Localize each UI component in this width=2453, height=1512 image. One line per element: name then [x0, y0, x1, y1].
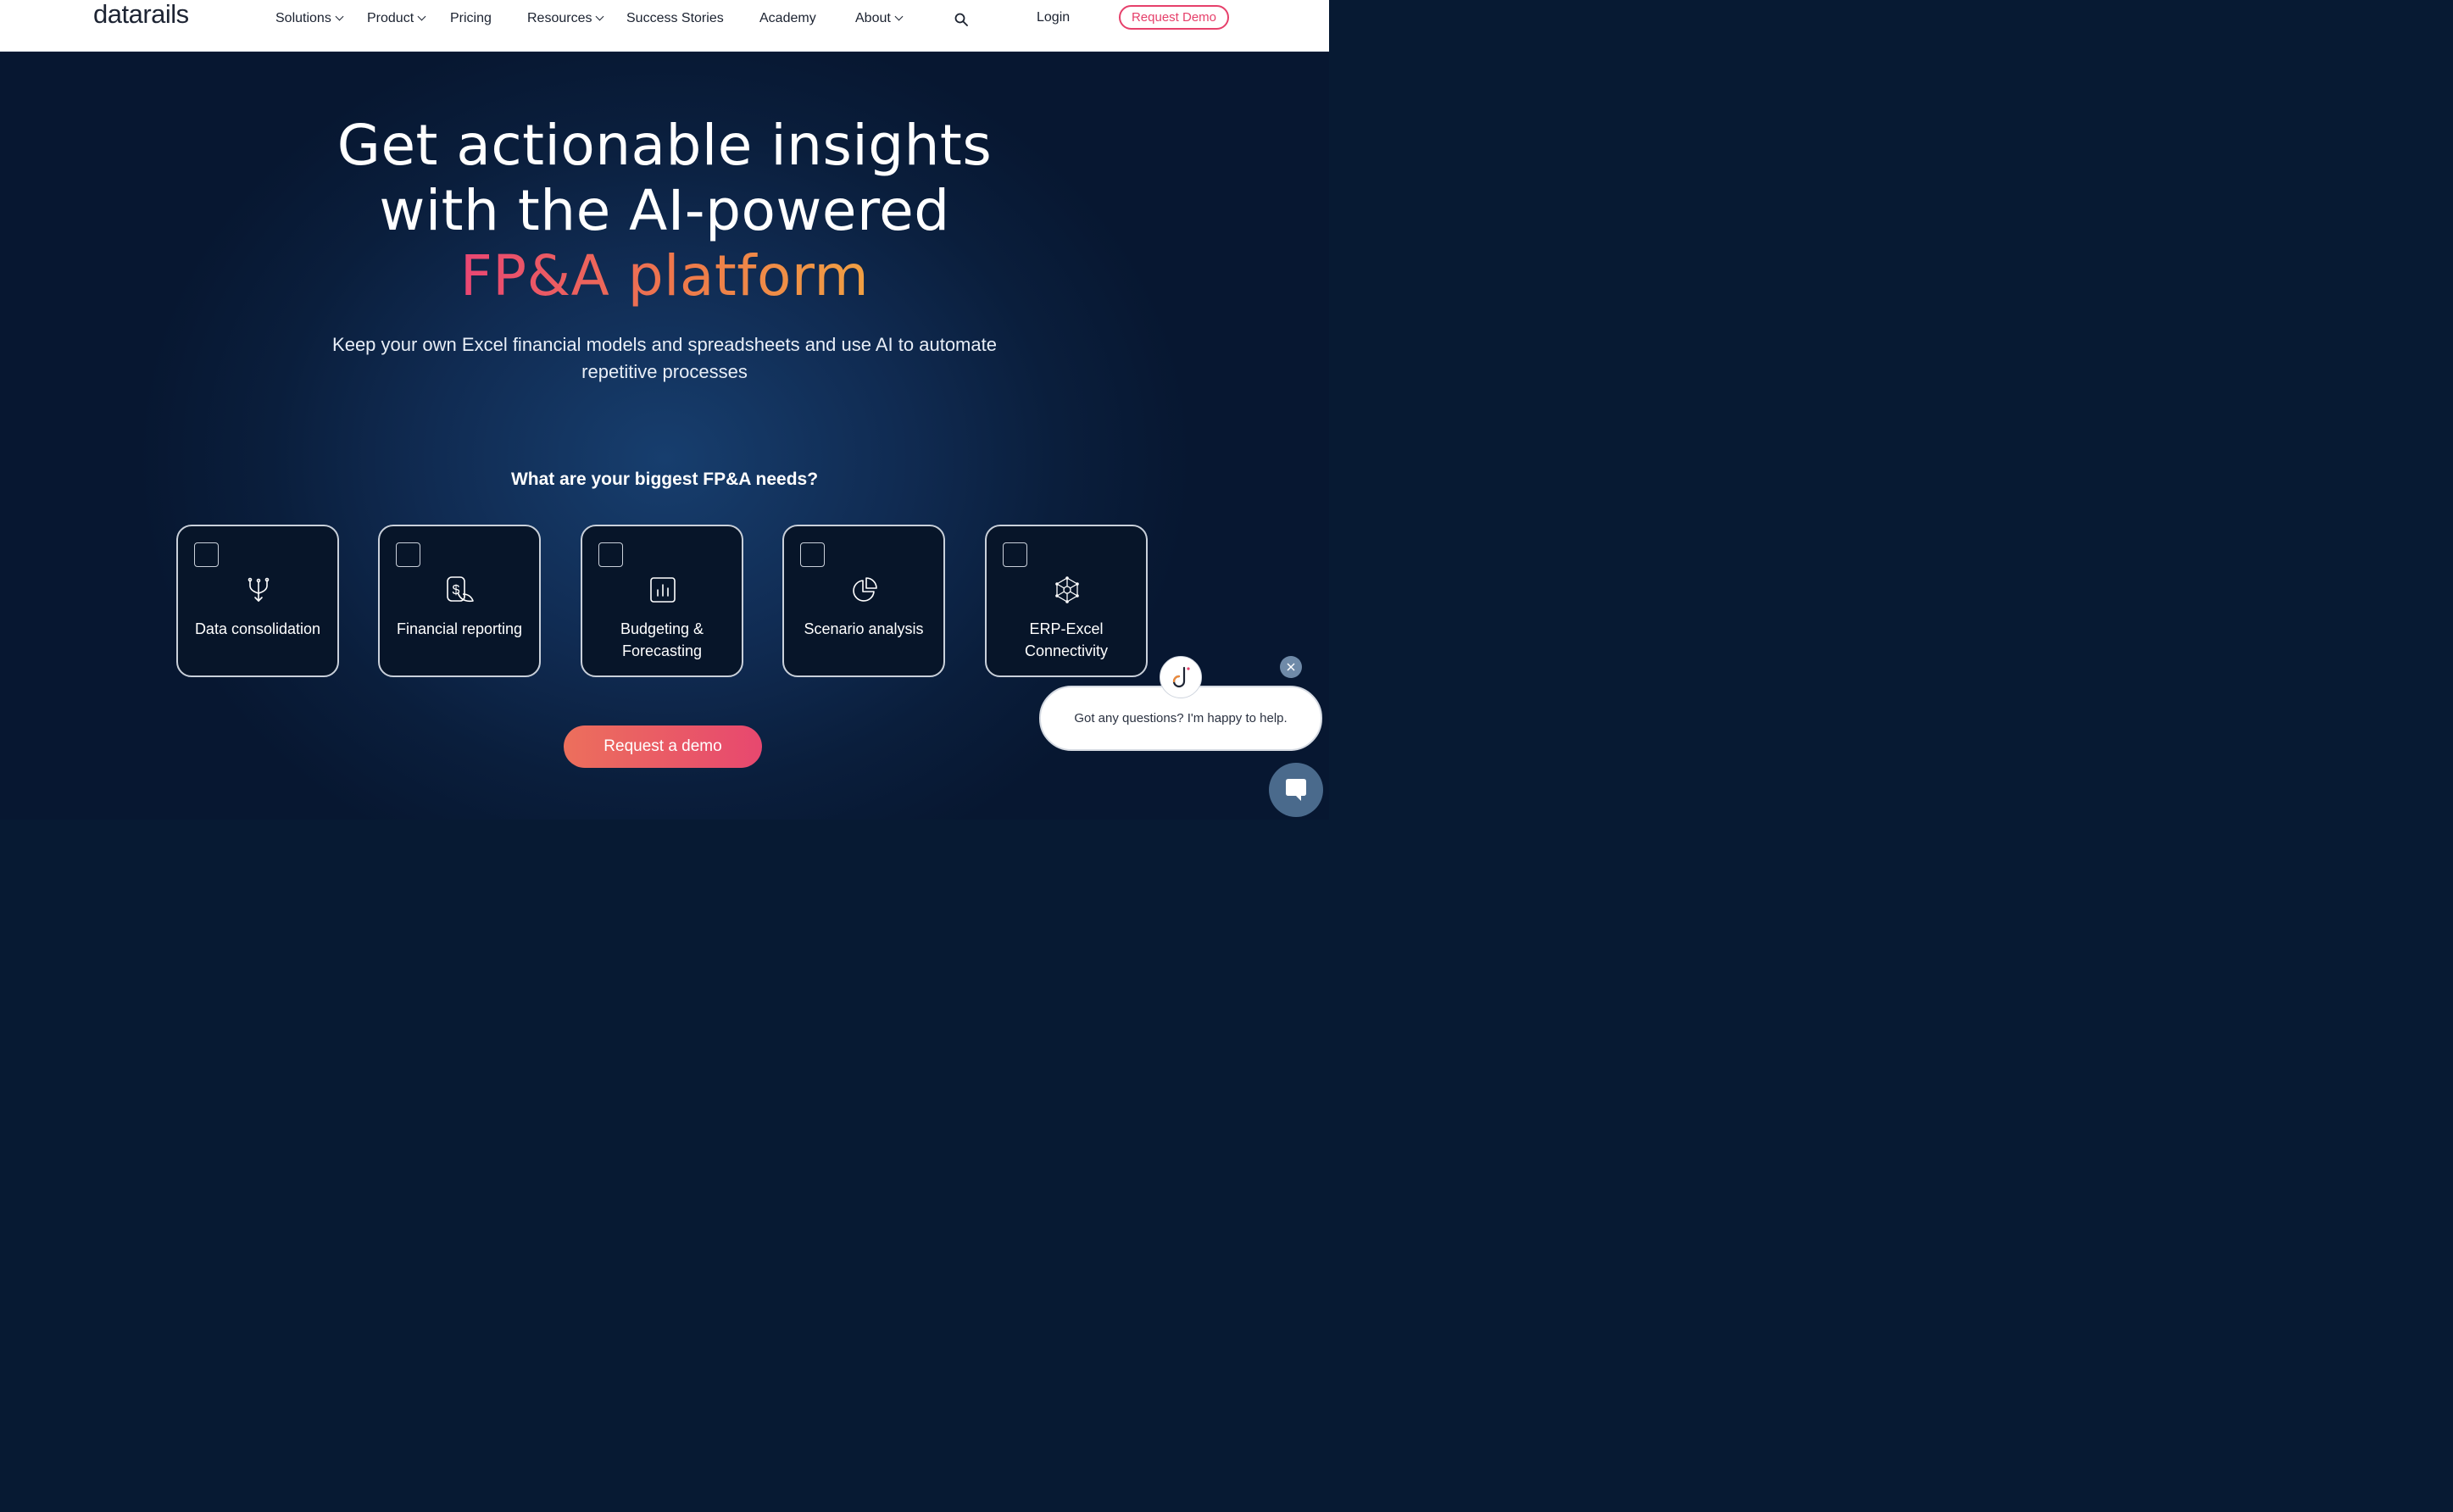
chat-avatar [1160, 656, 1202, 698]
datarails-logo[interactable]: datarails [93, 0, 189, 31]
svg-text:$: $ [453, 583, 460, 598]
nav-product[interactable]: Product [367, 10, 426, 27]
dollar-report-icon: $ [447, 576, 474, 603]
chat-message: Got any questions? I'm happy to help. [1074, 711, 1288, 725]
search-icon[interactable] [954, 13, 968, 26]
card-label: Financial reporting [396, 620, 523, 637]
request-a-demo-button[interactable]: Request a demo [564, 725, 762, 768]
card-label: Budgeting & Forecasting [620, 620, 704, 659]
network-icon [1055, 576, 1079, 603]
top-navbar: datarails Solutions Product Pricing Reso… [0, 0, 1329, 52]
card-label: Scenario analysis [804, 620, 924, 637]
checkbox[interactable] [598, 542, 623, 567]
request-demo-button[interactable]: Request Demo [1119, 5, 1229, 30]
need-card-scenario-analysis[interactable]: Scenario analysis [782, 525, 945, 677]
headline-line-2: with the AI-powered [379, 178, 950, 243]
need-card-budgeting-forecasting[interactable]: Budgeting & Forecasting [581, 525, 743, 677]
headline-line-1: Get actionable insights [337, 113, 993, 178]
checkbox[interactable] [800, 542, 825, 567]
chevron-down-icon [894, 12, 904, 21]
headline-highlight: FP&A platform [459, 243, 870, 309]
bar-chart-icon [650, 577, 676, 603]
nav-product-label: Product [367, 11, 414, 25]
nav-academy[interactable]: Academy [759, 10, 816, 27]
hero-headline: Get actionable insights with the AI-powe… [241, 113, 1088, 309]
card-label: ERP-Excel Connectivity [1024, 620, 1109, 659]
nav-pricing[interactable]: Pricing [450, 10, 492, 27]
nav-about-label: About [855, 11, 891, 25]
nav-resources[interactable]: Resources [527, 10, 604, 27]
datarails-mark-icon [1172, 666, 1190, 688]
chat-launcher-button[interactable] [1269, 763, 1323, 817]
card-label: Data consolidation [194, 620, 321, 637]
login-link[interactable]: Login [1037, 10, 1070, 25]
nav-solutions-label: Solutions [275, 11, 331, 25]
need-card-erp-excel-connectivity[interactable]: ERP-Excel Connectivity [985, 525, 1148, 677]
hero-section: Get actionable insights with the AI-powe… [0, 52, 1329, 820]
merge-arrows-icon [248, 577, 270, 602]
nav-pricing-label: Pricing [450, 11, 492, 25]
need-card-data-consolidation[interactable]: Data consolidation [176, 525, 339, 677]
nav-academy-label: Academy [759, 11, 816, 25]
chat-close-button[interactable] [1280, 656, 1302, 678]
nav-solutions[interactable]: Solutions [275, 10, 344, 27]
nav-resources-label: Resources [527, 11, 592, 25]
chevron-down-icon [417, 12, 426, 21]
need-card-financial-reporting[interactable]: $ Financial reporting [378, 525, 541, 677]
chevron-down-icon [596, 12, 604, 21]
checkbox[interactable] [194, 542, 219, 567]
checkbox[interactable] [396, 542, 420, 567]
close-icon [1287, 663, 1295, 671]
nav-success-stories-label: Success Stories [626, 11, 724, 25]
nav-success-stories[interactable]: Success Stories [626, 10, 724, 27]
nav-about[interactable]: About [855, 10, 904, 27]
chat-icon [1286, 779, 1306, 801]
checkbox[interactable] [1003, 542, 1027, 567]
chevron-down-icon [335, 12, 344, 21]
needs-question: What are your biggest FP&A needs? [510, 470, 819, 489]
hero-subtitle: Keep your own Excel financial models and… [332, 334, 997, 382]
pie-chart-icon [853, 577, 877, 602]
